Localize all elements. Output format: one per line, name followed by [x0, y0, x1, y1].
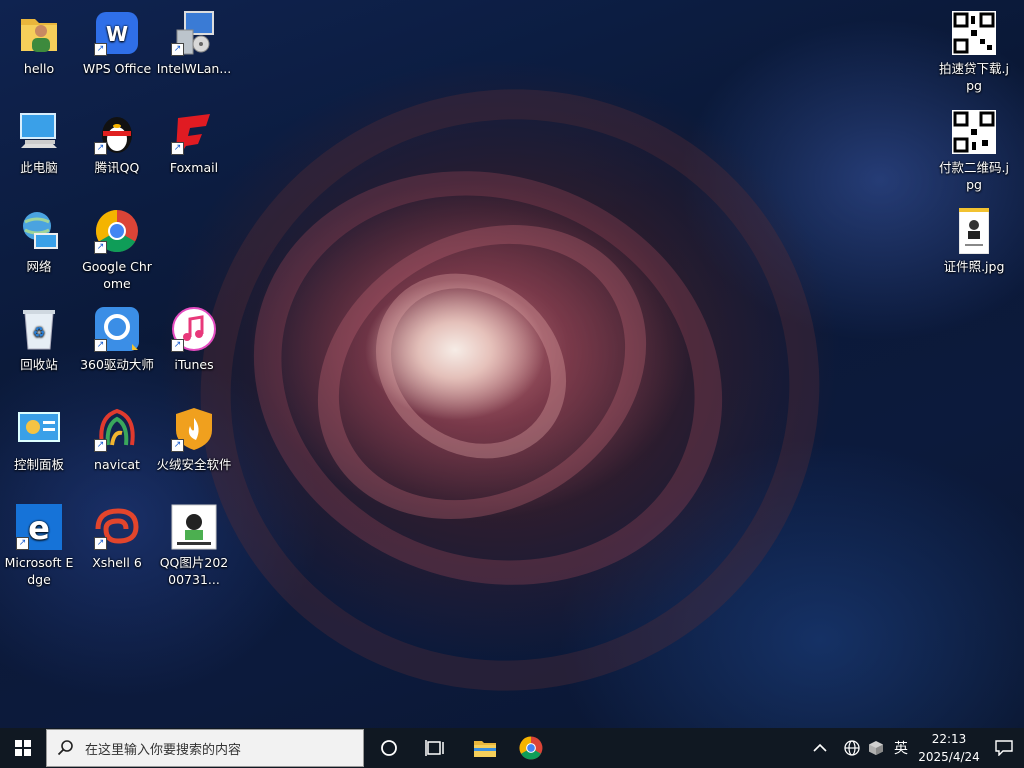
network-icon	[16, 208, 62, 254]
foxmail-icon: ↗	[171, 109, 217, 155]
clock-date: 2025/4/24	[918, 750, 980, 764]
windows-logo-icon	[15, 740, 31, 756]
search-icon	[57, 740, 73, 756]
globe-icon	[844, 740, 860, 756]
ime-indicator[interactable]: 英	[888, 728, 914, 768]
shortcut-arrow-icon: ↗	[94, 339, 107, 352]
desktop-wallpaper[interactable]: hello 此电脑 网络 ♻ 回收站 控制面板 e ↗ Microsoft Ed…	[0, 0, 1024, 728]
chevron-up-icon	[813, 743, 827, 752]
network-tray-button[interactable]	[840, 728, 864, 768]
taskbar: 在这里输入你要搜索的内容 英 22:13 2025/4/24	[0, 728, 1024, 768]
wps-icon: W ↗	[94, 10, 140, 56]
qr-code-icon	[951, 109, 997, 155]
show-hidden-icons-button[interactable]	[800, 728, 840, 768]
installer-icon: ↗	[171, 10, 217, 56]
task-view-button[interactable]	[412, 728, 458, 768]
xshell-icon: ↗	[94, 504, 140, 550]
start-button[interactable]	[0, 728, 46, 768]
desktop-icon-foxmail[interactable]: ↗ Foxmail	[156, 101, 232, 176]
desktop-icon-control-panel[interactable]: 控制面板	[1, 398, 77, 473]
notification-icon	[995, 740, 1013, 756]
desktop-icon-this-pc[interactable]: 此电脑	[1, 101, 77, 176]
shortcut-arrow-icon: ↗	[94, 43, 107, 56]
taskbar-chrome[interactable]	[508, 728, 554, 768]
driver-master-icon: ↗	[94, 306, 140, 352]
qq-penguin-icon: ↗	[94, 109, 140, 155]
shortcut-arrow-icon: ↗	[94, 241, 107, 254]
svg-text:♻: ♻	[33, 325, 46, 341]
shortcut-arrow-icon: ↗	[94, 142, 107, 155]
shortcut-arrow-icon: ↗	[16, 537, 29, 550]
computer-icon	[16, 109, 62, 155]
huorong-icon: ↗	[171, 406, 217, 452]
desktop-icon-payment-qr-jpg[interactable]: 付款二维码.jpg	[936, 101, 1012, 193]
shortcut-arrow-icon: ↗	[94, 439, 107, 452]
desktop-icon-paisudai-jpg[interactable]: 拍速贷下载.jpg	[936, 2, 1012, 94]
shortcut-arrow-icon: ↗	[171, 43, 184, 56]
user-folder-icon	[16, 10, 62, 56]
image-thumbnail-icon	[171, 504, 217, 550]
desktop-icon-wps[interactable]: W ↗ WPS Office	[79, 2, 155, 77]
shortcut-arrow-icon: ↗	[94, 537, 107, 550]
shortcut-arrow-icon: ↗	[171, 142, 184, 155]
id-photo-icon	[951, 208, 997, 254]
svg-text:W: W	[106, 22, 128, 46]
itunes-icon: ↗	[171, 306, 217, 352]
navicat-icon: ↗	[94, 406, 140, 452]
svg-text:e: e	[28, 509, 50, 547]
desktop-icon-network[interactable]: 网络	[1, 200, 77, 275]
clock[interactable]: 22:13 2025/4/24	[914, 730, 984, 766]
cortana-circle-icon	[381, 740, 397, 756]
desktop-icon-qq[interactable]: ↗ 腾讯QQ	[79, 101, 155, 176]
clock-time: 22:13	[931, 732, 967, 746]
control-panel-icon	[16, 406, 62, 452]
cube-icon	[869, 741, 883, 755]
chrome-icon	[519, 736, 543, 760]
tray-cube-button[interactable]	[864, 728, 888, 768]
qr-code-icon	[951, 10, 997, 56]
recycle-bin-icon: ♻	[16, 306, 62, 352]
taskbar-file-explorer[interactable]	[462, 728, 508, 768]
desktop-icon-intelwlan[interactable]: ↗ IntelWLan...	[156, 2, 232, 77]
chrome-icon: ↗	[94, 208, 140, 254]
desktop-icon-qq-image[interactable]: QQ图片20200731...	[156, 496, 232, 588]
folder-icon	[474, 741, 496, 757]
desktop-icon-recycle-bin[interactable]: ♻ 回收站	[1, 298, 77, 373]
shortcut-arrow-icon: ↗	[171, 339, 184, 352]
system-tray: 英 22:13 2025/4/24	[800, 728, 1024, 768]
desktop-icon-navicat[interactable]: ↗ navicat	[79, 398, 155, 473]
desktop-icon-id-photo-jpg[interactable]: 证件照.jpg	[936, 200, 1012, 275]
edge-icon: e ↗	[16, 504, 62, 550]
search-placeholder: 在这里输入你要搜索的内容	[85, 742, 242, 758]
desktop-icon-edge[interactable]: e ↗ Microsoft Edge	[1, 496, 77, 588]
action-center-button[interactable]	[984, 728, 1024, 768]
desktop-icon-360-driver[interactable]: ↗ 360驱动大师	[79, 298, 155, 373]
desktop-icon-itunes[interactable]: ↗ iTunes	[156, 298, 232, 373]
task-view-icon	[425, 740, 444, 756]
desktop-icon-xshell[interactable]: ↗ Xshell 6	[79, 496, 155, 571]
desktop-icon-hello[interactable]: hello	[1, 2, 77, 77]
shortcut-arrow-icon: ↗	[171, 439, 184, 452]
desktop-icon-huorong[interactable]: ↗ 火绒安全软件	[156, 398, 232, 473]
taskbar-search-box[interactable]: 在这里输入你要搜索的内容	[46, 729, 364, 767]
desktop-icon-chrome[interactable]: ↗ Google Chrome	[79, 200, 155, 292]
cortana-button[interactable]	[366, 728, 412, 768]
